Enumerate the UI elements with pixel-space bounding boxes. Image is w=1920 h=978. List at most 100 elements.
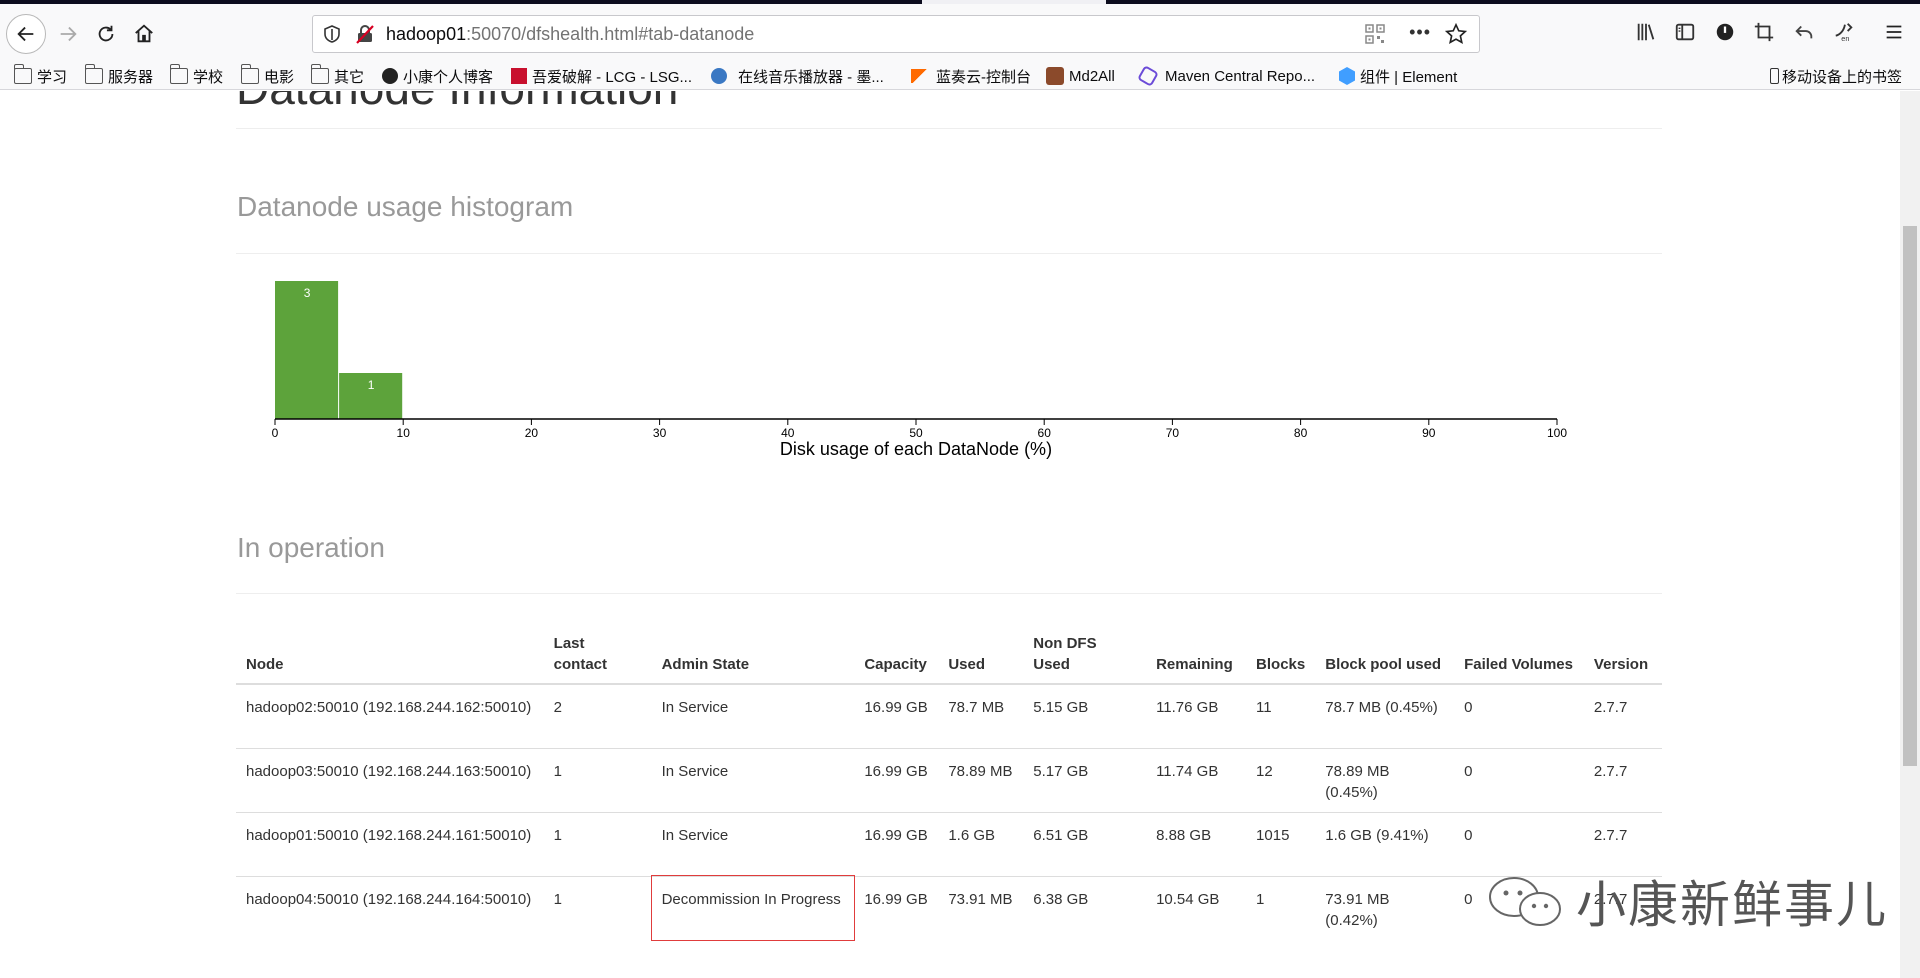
cell-node: hadoop01:50010 (192.168.244.161:50010) <box>236 812 544 877</box>
bookmark-item[interactable]: 吾爱破解 - LCG - LSG... <box>511 65 692 87</box>
cell-non-dfs-used: 5.17 GB <box>1023 748 1147 813</box>
qr-code-icon[interactable] <box>1365 24 1385 44</box>
cell-capacity: 16.99 GB <box>854 812 939 877</box>
bookmark-folder[interactable]: 服务器 <box>84 64 153 87</box>
bookmark-label: 在线音乐播放器 - 墨... <box>738 68 884 86</box>
navigation-toolbar: hadoop01:50070/dfshealth.html#tab-datano… <box>0 4 1920 60</box>
x-tick-label: 60 <box>1038 426 1052 440</box>
url-text[interactable]: hadoop01:50070/dfshealth.html#tab-datano… <box>386 24 754 45</box>
histogram-bar-label: 3 <box>304 286 311 300</box>
cell-version: 2.7.7 <box>1583 748 1662 813</box>
page-heading: Datanode Information <box>236 91 678 115</box>
scrollbar-thumb[interactable] <box>1903 226 1917 766</box>
cell-block-pool-used: 78.7 MB (0.45%) <box>1315 684 1455 749</box>
bookmark-folder[interactable]: 学校 <box>169 64 224 87</box>
forward-button[interactable] <box>50 16 86 52</box>
cell-node: hadoop04:50010 (192.168.244.164:50010) <box>246 890 532 908</box>
bookmark-label: 学习 <box>37 68 68 86</box>
divider <box>236 253 1662 254</box>
bookmark-folder[interactable]: 学习 <box>13 64 68 87</box>
extension-dark-circle-icon[interactable] <box>1713 20 1737 44</box>
cell-non-dfs-used: 6.51 GB <box>1023 812 1147 877</box>
cell-capacity: 16.99 GB <box>854 684 939 749</box>
url-host: hadoop01 <box>386 24 467 44</box>
cell-last-contact: 1 <box>543 812 652 877</box>
table-header-row: Node Last contact Admin State Capacity U… <box>236 619 1662 685</box>
col-header-remaining[interactable]: Remaining <box>1146 619 1247 685</box>
cell-remaining: 10.54 GB <box>1156 890 1220 908</box>
translate-icon[interactable]: en <box>1832 20 1856 44</box>
bookmark-item[interactable]: 组件 | Element <box>1339 65 1457 87</box>
arrow-left-icon <box>17 26 34 42</box>
bookmark-label: 吾爱破解 - LCG - LSG... <box>532 68 693 86</box>
back-button[interactable] <box>6 14 46 54</box>
x-tick-label: 50 <box>909 426 923 440</box>
bookmark-item[interactable]: 小康个人博客 <box>382 65 493 87</box>
x-tick-label: 30 <box>653 426 667 440</box>
folder-icon <box>310 64 329 84</box>
col-header-blocks[interactable]: Blocks <box>1246 619 1316 685</box>
bookmark-item[interactable]: Md2All <box>1046 65 1115 87</box>
cell-failed-volumes: 0 <box>1454 748 1584 813</box>
bookmark-mobile-folder[interactable]: 移动设备上的书签 <box>1770 65 1902 87</box>
bookmark-label: 小康个人博客 <box>403 68 494 86</box>
cell-admin-state: In Service <box>651 812 855 877</box>
table-row: hadoop04:50010 (192.168.244.164:50010) 1… <box>236 875 1662 941</box>
cell-capacity: 16.99 GB <box>854 748 939 813</box>
col-header-failed-volumes[interactable]: Failed Volumes <box>1454 619 1584 685</box>
col-header-admin-state[interactable]: Admin State <box>651 619 855 685</box>
menu-icon[interactable] <box>1882 20 1906 44</box>
bookmark-item[interactable]: 蓝奏云-控制台 <box>911 65 1031 87</box>
crop-icon[interactable] <box>1752 20 1776 44</box>
library-icon[interactable] <box>1634 20 1658 44</box>
home-button[interactable] <box>126 16 162 52</box>
col-header-capacity[interactable]: Capacity <box>854 619 939 685</box>
in-operation-heading: In operation <box>237 532 385 563</box>
col-header-version[interactable]: Version <box>1583 619 1662 685</box>
bookmark-item[interactable]: 在线音乐播放器 - 墨... <box>711 65 884 87</box>
cell-last-contact: 1 <box>543 748 652 813</box>
cell-used: 73.91 MB <box>948 890 1013 908</box>
site-icon <box>1046 67 1064 85</box>
bookmark-label: 组件 | Element <box>1360 68 1458 86</box>
bookmark-item[interactable]: Maven Central Repo... <box>1137 65 1315 87</box>
col-header-block-pool-used[interactable]: Block pool used <box>1315 619 1455 685</box>
bookmark-folder[interactable]: 其它 <box>310 64 364 87</box>
sidebar-icon[interactable] <box>1673 20 1697 44</box>
url-path: :50070/dfshealth.html#tab-datanode <box>466 24 755 44</box>
table-row: hadoop03:50010 (192.168.244.163:50010) 1… <box>236 748 1662 813</box>
tracking-shield-icon[interactable] <box>323 25 341 43</box>
cell-remaining: 11.74 GB <box>1146 748 1247 813</box>
col-header-last-contact[interactable]: Last contact <box>543 619 652 685</box>
cell-blocks: 11 <box>1246 684 1316 749</box>
page-actions-more-icon[interactable]: ••• <box>1409 22 1431 43</box>
bookmark-label: 学校 <box>193 68 224 86</box>
reload-button[interactable] <box>88 16 124 52</box>
site-icon <box>911 69 929 83</box>
bookmark-label: 移动设备上的书签 <box>1782 68 1903 86</box>
col-header-node[interactable]: Node <box>236 619 544 685</box>
page-content: Datanode Information Datanode usage hist… <box>0 91 1900 978</box>
folder-icon <box>84 64 103 84</box>
watermark-text: 小康新鲜事儿 <box>1576 876 1888 934</box>
arrow-right-icon <box>60 26 77 42</box>
col-header-used[interactable]: Used <box>938 619 1024 685</box>
cell-non-dfs-used: 5.15 GB <box>1023 684 1147 749</box>
insecure-lock-icon[interactable] <box>355 24 375 44</box>
x-axis-label: Disk usage of each DataNode (%) <box>780 439 1052 459</box>
bookmark-star-icon[interactable] <box>1445 23 1467 45</box>
cell-remaining: 11.76 GB <box>1146 684 1247 749</box>
usage-histogram: 3 1 0 10 20 30 40 50 60 70 80 90 100 Disk usage of … <box>272 281 1567 459</box>
cell-admin-state: In Service <box>651 748 855 813</box>
address-bar[interactable]: hadoop01:50070/dfshealth.html#tab-datano… <box>312 15 1480 53</box>
cell-used: 78.7 MB <box>938 684 1024 749</box>
datanode-table: Node Last contact Admin State Capacity U… <box>236 619 1662 941</box>
x-tick-label: 100 <box>1547 426 1567 440</box>
col-header-non-dfs-used[interactable]: Non DFS Used <box>1023 619 1147 685</box>
undo-icon[interactable] <box>1792 20 1816 44</box>
bookmark-folder[interactable]: 电影 <box>240 64 294 87</box>
folder-icon <box>13 64 32 84</box>
cell-remaining: 8.88 GB <box>1146 812 1247 877</box>
x-tick-label: 70 <box>1166 426 1180 440</box>
cell-block-pool-used: 73.91 MB (0.42%) <box>1325 890 1390 929</box>
